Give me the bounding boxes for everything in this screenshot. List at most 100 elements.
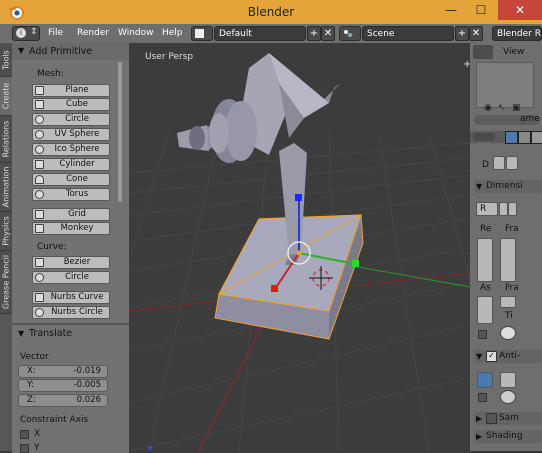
add-uv-sphere-button[interactable]: UV Sphere: [32, 128, 110, 141]
tab-relations[interactable]: Relations: [0, 116, 12, 163]
cube-icon: [35, 100, 44, 109]
full-sample-checkbox[interactable]: [478, 393, 487, 402]
scene-tab-icon[interactable]: [531, 131, 542, 144]
viewport-label: User Persp: [145, 52, 194, 62]
add-monkey-button[interactable]: Monkey: [32, 222, 110, 235]
3d-viewport[interactable]: +: [129, 43, 470, 451]
maximize-button[interactable]: ☐: [466, 0, 496, 20]
antialiasing-checkbox[interactable]: ✓: [486, 351, 497, 362]
add-layout-button[interactable]: +: [307, 26, 321, 41]
constraint-y-checkbox[interactable]: [20, 444, 29, 453]
add-nurbs-circle-button[interactable]: Nurbs Circle: [32, 306, 110, 319]
visibility-eye-icon[interactable]: ◉: [484, 103, 492, 113]
vector-x-field[interactable]: X: -0.019: [18, 365, 108, 378]
render-camera-icon[interactable]: ▣: [512, 103, 521, 113]
add-cube-button[interactable]: Cube: [32, 98, 110, 111]
plane-icon: [35, 86, 44, 95]
add-bezier-button[interactable]: Bezier: [32, 256, 110, 269]
add-preset-button[interactable]: [499, 202, 508, 216]
motion-blur-checkbox[interactable]: [486, 413, 497, 424]
close-button[interactable]: ✕: [498, 0, 542, 20]
aspect-label: As: [480, 283, 491, 293]
blender-logo-icon[interactable]: [8, 4, 24, 20]
outliner-view-menu[interactable]: View: [503, 47, 524, 57]
constraint-x-label: X: [34, 429, 41, 439]
expand-triangle-icon: ▼: [476, 182, 483, 191]
render-still-button[interactable]: [493, 156, 505, 170]
minimize-button[interactable]: —: [436, 0, 466, 20]
select-arrow-icon[interactable]: ↖: [498, 103, 506, 113]
tool-shelf-scrollbar[interactable]: [118, 62, 122, 202]
mesh-label: Mesh:: [37, 69, 64, 79]
tab-grease-pencil[interactable]: Grease Pencil: [0, 251, 12, 314]
render-engine-selector[interactable]: Blender R: [492, 26, 542, 41]
svg-text:+: +: [463, 59, 470, 70]
grid-icon: [35, 210, 44, 219]
frame-range-fields[interactable]: [500, 238, 516, 282]
remove-preset-button[interactable]: [508, 202, 517, 216]
outliner-list[interactable]: [476, 62, 534, 108]
frame-rate-label: Fra: [505, 283, 519, 293]
antialiasing-section-header[interactable]: ▼ ✓ Anti-: [474, 350, 542, 363]
render-animation-button[interactable]: [506, 156, 518, 170]
layout-selector[interactable]: Default: [214, 26, 306, 41]
menu-render[interactable]: Render: [77, 24, 109, 43]
outliner-name-partial: ame: [520, 114, 540, 124]
outliner-editor-button[interactable]: [473, 45, 493, 59]
menu-file[interactable]: File: [48, 24, 63, 43]
scene-type-button[interactable]: [339, 26, 361, 41]
ico-sphere-icon: [35, 145, 44, 154]
constraint-x-checkbox[interactable]: [20, 430, 29, 439]
nurbs-curve-icon: [35, 293, 44, 302]
resolution-label: Re: [480, 224, 492, 234]
scene-selector[interactable]: Scene: [362, 26, 454, 41]
vector-z-field[interactable]: Z: 0.026: [18, 394, 108, 407]
constraint-axis-label: Constraint Axis: [20, 415, 89, 425]
border-checkbox[interactable]: [478, 330, 487, 339]
time-remap-label: Ti: [505, 311, 513, 321]
vector-label: Vector: [20, 352, 49, 362]
tab-create[interactable]: Create: [0, 77, 12, 116]
properties-editor-button[interactable]: [473, 133, 495, 141]
chevron-updown-icon: ⇕: [30, 27, 38, 37]
add-circle-button[interactable]: Circle: [32, 113, 110, 126]
add-plane-button[interactable]: Plane: [32, 84, 110, 97]
add-torus-button[interactable]: Torus: [32, 188, 110, 201]
aa-filter-selector[interactable]: [500, 372, 516, 388]
render-tab-icon[interactable]: [505, 131, 518, 144]
expand-triangle-icon: ▼: [18, 329, 25, 338]
add-cone-button[interactable]: Cone: [32, 173, 110, 186]
resolution-fields[interactable]: [477, 238, 493, 282]
menu-window[interactable]: Window: [118, 24, 154, 43]
aa-samples-button[interactable]: [477, 372, 493, 388]
screen-layout-button[interactable]: [191, 26, 213, 41]
sampled-motion-blur-header[interactable]: ▶ Sam: [474, 412, 542, 425]
remove-layout-button[interactable]: ✕: [321, 26, 335, 41]
add-grid-button[interactable]: Grid: [32, 208, 110, 221]
add-nurbs-curve-button[interactable]: Nurbs Curve: [32, 291, 110, 304]
shading-section-header[interactable]: ▶ Shading: [474, 430, 542, 443]
vector-y-field[interactable]: Y: -0.005: [18, 379, 108, 392]
add-scene-button[interactable]: +: [455, 26, 469, 41]
tab-tools[interactable]: Tools: [0, 44, 12, 77]
layers-tab-icon[interactable]: [518, 131, 531, 144]
editor-type-menu[interactable]: i ⇕: [12, 26, 40, 41]
crop-toggle-icon[interactable]: [500, 326, 516, 340]
dimensions-section-header[interactable]: ▼ Dimensi: [474, 180, 542, 193]
frame-rate-selector[interactable]: [500, 296, 516, 308]
tab-animation[interactable]: Animation: [0, 163, 12, 212]
menu-help[interactable]: Help: [162, 24, 183, 43]
filter-size-icon[interactable]: [500, 390, 516, 404]
add-bezier-circle-button[interactable]: Circle: [32, 271, 110, 284]
cylinder-icon: [35, 160, 44, 169]
aspect-fields[interactable]: [477, 296, 493, 324]
add-primitive-header[interactable]: ▼ Add Primitive: [12, 43, 129, 60]
render-presets-menu[interactable]: R: [476, 202, 498, 216]
add-cylinder-button[interactable]: Cylinder: [32, 158, 110, 171]
add-ico-sphere-button[interactable]: Ico Sphere: [32, 143, 110, 156]
remove-scene-button[interactable]: ✕: [469, 26, 483, 41]
uv-sphere-icon: [35, 130, 44, 139]
display-label: D: [482, 160, 489, 170]
curve-circle-icon: [35, 273, 44, 282]
tab-physics[interactable]: Physics: [0, 212, 12, 251]
